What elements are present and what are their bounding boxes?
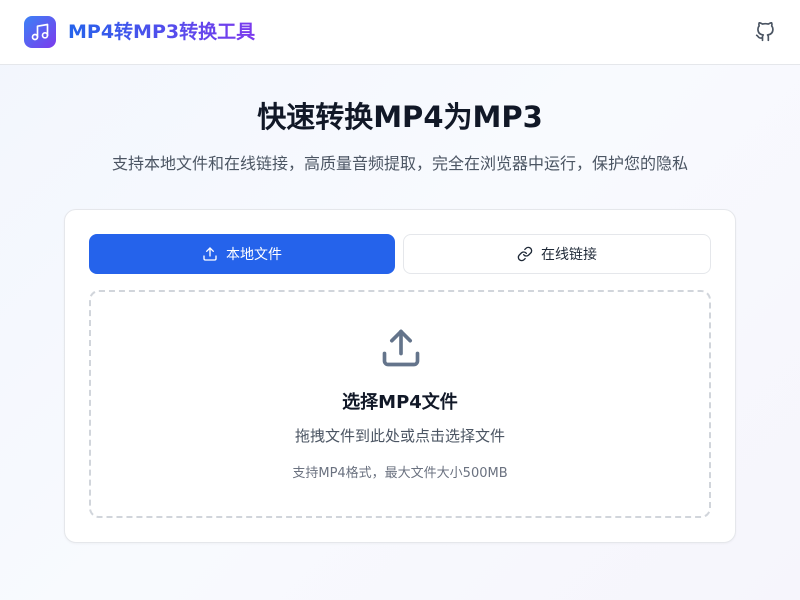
page-subtitle: 支持本地文件和在线链接，高质量音频提取，完全在浏览器中运行，保护您的隐私: [111, 154, 688, 173]
app-title: MP4转MP3转换工具: [68, 21, 256, 43]
link-icon: [517, 246, 533, 262]
converter-card: 本地文件 在线链接 选择MP4文件 拖拽文件到此处或点击选择文件 支持MP4格式…: [64, 209, 736, 543]
music-note-icon: [31, 23, 49, 41]
file-dropzone[interactable]: 选择MP4文件 拖拽文件到此处或点击选择文件 支持MP4格式，最大文件大小500…: [89, 290, 711, 518]
app-logo: [24, 16, 56, 48]
github-link[interactable]: [754, 21, 776, 43]
upload-icon: [202, 246, 218, 262]
dropzone-hint: 支持MP4格式，最大文件大小500MB: [292, 466, 508, 481]
upload-icon: [379, 326, 423, 370]
dropzone-subtitle: 拖拽文件到此处或点击选择文件: [294, 427, 505, 445]
tab-online-link-label: 在线链接: [541, 247, 597, 263]
github-icon: [755, 22, 774, 42]
page-title: 快速转换MP4为MP3: [257, 100, 543, 134]
app-header: MP4转MP3转换工具: [0, 0, 800, 65]
dropzone-title: 选择MP4文件: [342, 392, 458, 413]
tab-local-file[interactable]: 本地文件: [89, 234, 395, 274]
tab-online-link[interactable]: 在线链接: [403, 234, 711, 274]
tab-local-file-label: 本地文件: [226, 247, 282, 263]
